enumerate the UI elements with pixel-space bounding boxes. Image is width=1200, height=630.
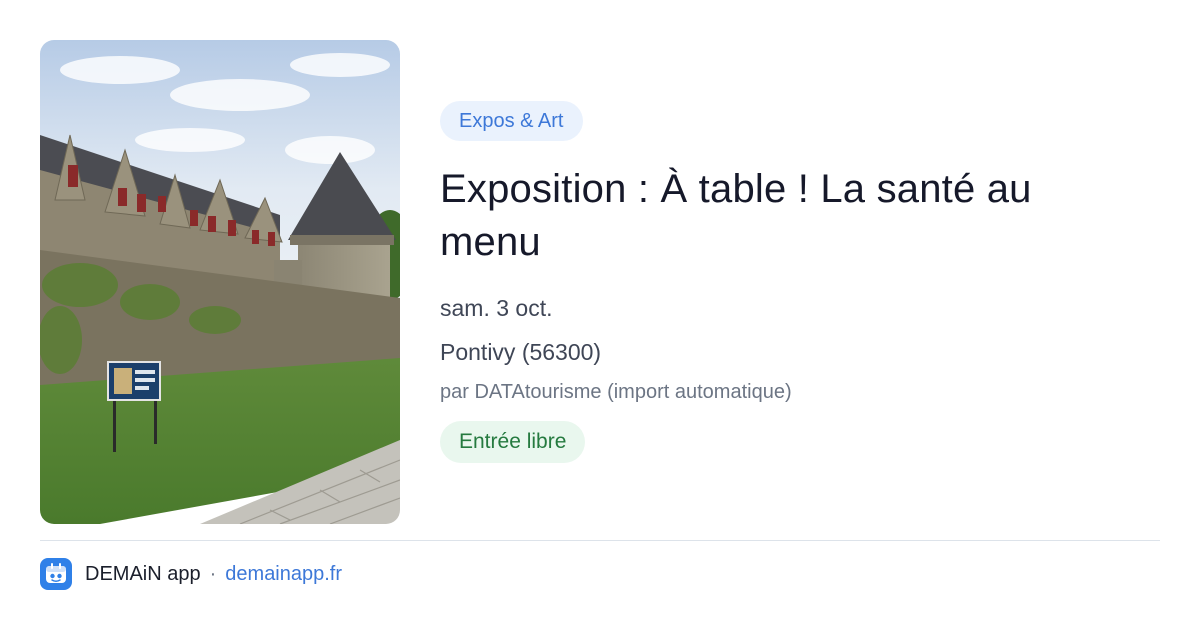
- castle-photo-illustration: [40, 40, 400, 524]
- event-location: Pontivy (56300): [440, 339, 602, 365]
- price-badge: Entrée libre: [440, 421, 586, 463]
- app-name: DEMAiN app: [85, 562, 201, 585]
- event-details: Expos & Art Exposition : À table ! La sa…: [440, 101, 1140, 463]
- event-preview-card: Expos & Art Exposition : À table ! La sa…: [0, 0, 1200, 630]
- footer-separator: ·: [209, 562, 217, 585]
- event-title: Exposition : À table ! La santé au menu: [440, 167, 1032, 264]
- category-badge[interactable]: Expos & Art: [440, 101, 583, 141]
- footer: DEMAiN app · demainapp.fr: [40, 558, 342, 590]
- event-date: sam. 3 oct.: [440, 295, 553, 321]
- footer-divider: [40, 540, 1160, 541]
- event-source: par DATAtourisme (import automatique): [440, 381, 792, 403]
- app-domain-link[interactable]: demainapp.fr: [225, 563, 342, 586]
- demain-app-logo-icon[interactable]: [40, 558, 72, 590]
- event-photo: [40, 40, 400, 524]
